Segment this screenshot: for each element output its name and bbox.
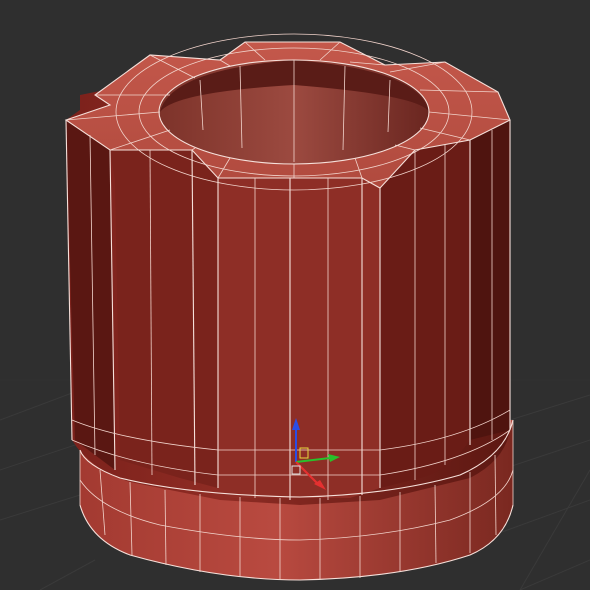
viewport-canvas[interactable] bbox=[0, 0, 590, 590]
gear-cylinder-mesh[interactable] bbox=[64, 33, 514, 581]
tooth-right-face bbox=[380, 140, 470, 488]
tooth-left-face bbox=[110, 150, 218, 488]
tooth-far-right bbox=[470, 120, 510, 440]
3d-viewport[interactable] bbox=[0, 0, 590, 590]
